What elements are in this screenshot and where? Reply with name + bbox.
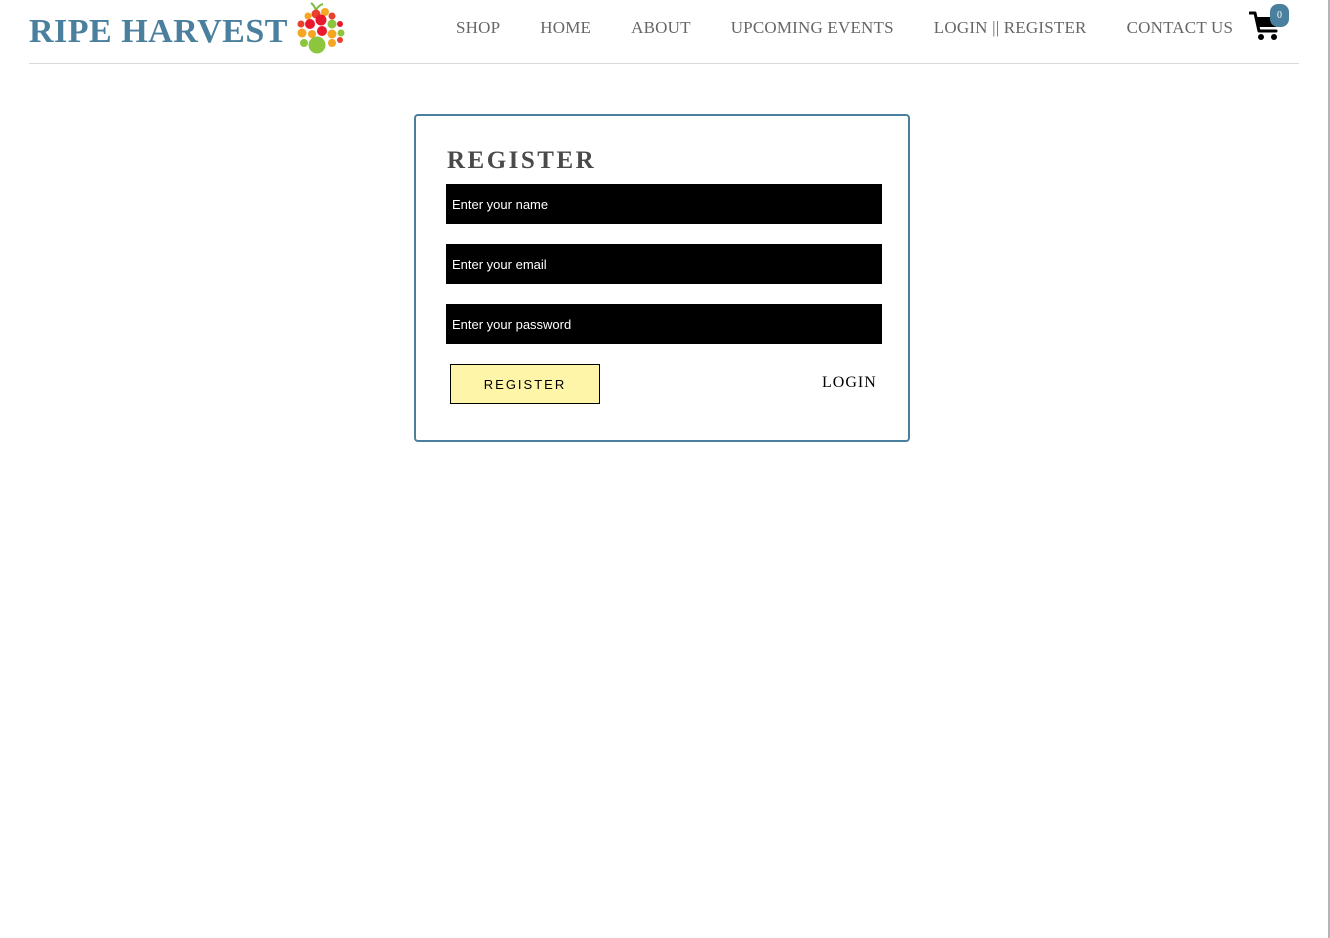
cart-button[interactable]: 0: [1249, 4, 1289, 44]
brand-logo-link[interactable]: RIPE HARVEST: [29, 2, 346, 56]
nav-contact-us[interactable]: CONTACT US: [1127, 18, 1234, 38]
register-button[interactable]: REGISTER: [450, 364, 600, 404]
brand-name: RIPE HARVEST: [29, 13, 288, 50]
password-input[interactable]: [446, 304, 882, 344]
register-form: REGISTER REGISTER LOGIN: [414, 114, 910, 442]
nav-about[interactable]: ABOUT: [631, 18, 691, 38]
nav-upcoming-events[interactable]: UPCOMING EVENTS: [731, 18, 894, 38]
nav-login-register[interactable]: LOGIN || REGISTER: [934, 18, 1087, 38]
login-link[interactable]: LOGIN: [822, 373, 877, 393]
register-form-title: REGISTER: [447, 147, 597, 174]
cart-count-badge: 0: [1270, 4, 1289, 27]
site-header: RIPE HARVEST SHOP HOME ABOUT UPCOMING EV…: [29, 0, 1299, 64]
nav-shop[interactable]: SHOP: [456, 18, 500, 38]
email-input[interactable]: [446, 244, 882, 284]
name-input[interactable]: [446, 184, 882, 224]
main-nav: SHOP HOME ABOUT UPCOMING EVENTS LOGIN ||…: [456, 18, 1233, 38]
fruit-cluster-logo-icon: [297, 2, 345, 54]
nav-home[interactable]: HOME: [540, 18, 591, 38]
